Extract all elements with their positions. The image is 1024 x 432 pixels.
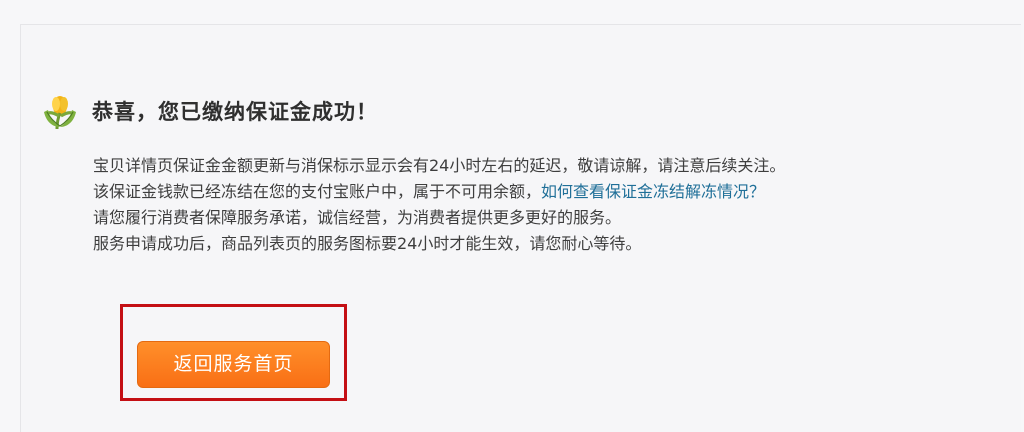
hands-holding-flower-icon	[44, 96, 76, 130]
message-line-1: 宝贝详情页保证金金额更新与消保标示显示会有24小时左右的延迟，敬请谅解，请注意后…	[93, 156, 786, 175]
message-line-2: 该保证金钱款已经冻结在您的支付宝账户中，属于不可用余额，如何查看保证金冻结解冻情…	[93, 179, 785, 205]
message-line-2-text: 该保证金钱款已经冻结在您的支付宝账户中，属于不可用余额，	[93, 182, 542, 201]
return-service-home-button[interactable]: 返回服务首页	[137, 341, 330, 388]
message-line-4: 服务申请成功后，商品列表页的服务图标要24小时才能生效，请您耐心等待。	[93, 234, 642, 253]
success-title: 恭喜，您已缴纳保证金成功！	[92, 100, 378, 124]
message-line-3: 请您履行消费者保障服务承诺，诚信经营，为消费者提供更多更好的服务。	[93, 208, 622, 227]
view-deposit-status-link[interactable]: 如何查看保证金冻结解冻情况？	[541, 182, 765, 201]
success-message: 宝贝详情页保证金金额更新与消保标示显示会有24小时左右的延迟，敬请谅解，请注意后…	[93, 153, 785, 257]
